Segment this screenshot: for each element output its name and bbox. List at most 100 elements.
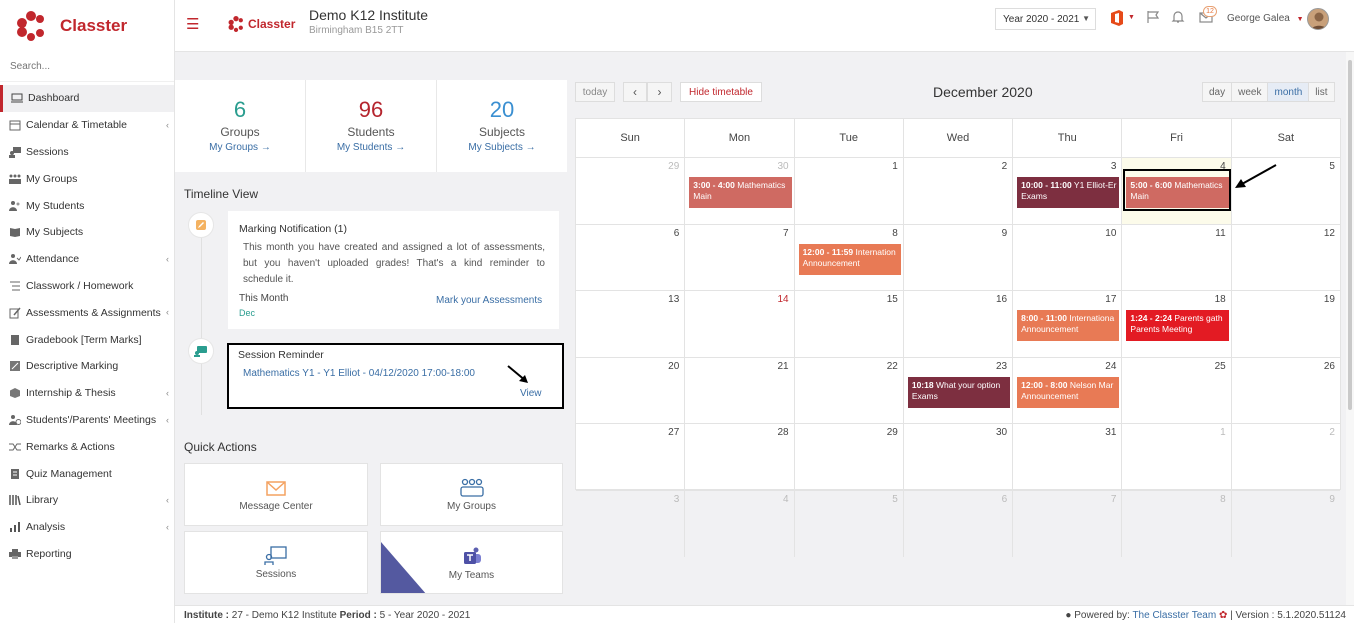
- calendar-day[interactable]: 2: [1232, 424, 1340, 490]
- calendar-day[interactable]: 31: [1013, 424, 1123, 490]
- calendar-day[interactable]: 28: [685, 424, 795, 490]
- my-groups-action[interactable]: My Groups: [380, 463, 563, 526]
- sidebar-item-quiz-management[interactable]: Quiz Management: [0, 460, 174, 487]
- sidebar-item-analysis[interactable]: Analysis ‹: [0, 514, 174, 541]
- hamburger-menu-icon[interactable]: ☰: [186, 15, 199, 33]
- sidebar-item-assessments-assignments[interactable]: Assessments & Assignments ‹: [0, 299, 174, 326]
- calendar-day[interactable]: 13: [576, 291, 686, 357]
- sidebar-item-internship-thesis[interactable]: Internship & Thesis ‹: [0, 380, 174, 407]
- sidebar-item-library[interactable]: Library ‹: [0, 487, 174, 514]
- sidebar-item-classwork-homework[interactable]: Classwork / Homework: [0, 273, 174, 300]
- caret-down-icon: ▼: [1082, 14, 1090, 23]
- calendar-day[interactable]: 9: [1232, 491, 1340, 558]
- calendar-day[interactable]: 4: [685, 490, 795, 557]
- calendar-day[interactable]: 1: [1122, 424, 1232, 490]
- calendar-day[interactable]: 21: [685, 357, 795, 423]
- calendar-day[interactable]: 15: [795, 291, 904, 357]
- sidebar-item-reporting[interactable]: Reporting: [0, 541, 174, 568]
- sidebar-item-my-subjects[interactable]: My Subjects: [0, 219, 174, 246]
- year-selector[interactable]: Year 2020 - 2021 ▼: [995, 8, 1096, 30]
- my-groups-link[interactable]: My Groups →: [175, 142, 305, 153]
- calendar-day[interactable]: 6: [576, 224, 686, 290]
- sidebar-logo[interactable]: Classter: [0, 0, 174, 52]
- calendar-day[interactable]: 16: [904, 291, 1014, 357]
- calendar-day[interactable]: 18 1:24 - 2:24 Parents gath Parents Meetin…: [1122, 291, 1232, 357]
- calendar-event[interactable]: 8:00 - 11:00 Internationa Announcement: [1017, 310, 1120, 341]
- calendar-day[interactable]: 11: [1122, 224, 1232, 290]
- calendar-day[interactable]: 30: [904, 424, 1014, 490]
- mark-assessments-link[interactable]: Mark your Assessments: [436, 295, 542, 306]
- calendar-day[interactable]: 1: [795, 158, 904, 224]
- view-day-button[interactable]: day: [1203, 83, 1233, 101]
- sidebar-search[interactable]: [0, 52, 174, 82]
- user-avatar[interactable]: [1307, 8, 1329, 30]
- sidebar-item-remarks-actions[interactable]: Remarks & Actions: [0, 433, 174, 460]
- calendar-day[interactable]: 7: [685, 224, 795, 290]
- my-subjects-link[interactable]: My Subjects →: [437, 142, 567, 153]
- sessions-action[interactable]: Sessions: [184, 531, 368, 594]
- user-name[interactable]: George Galea ▼: [1227, 13, 1304, 24]
- calendar-day[interactable]: 6: [904, 490, 1014, 557]
- sidebar-item-descriptive-marking[interactable]: Descriptive Marking: [0, 353, 174, 380]
- day-number: 15: [886, 294, 898, 305]
- calendar-day[interactable]: 5: [795, 490, 904, 557]
- hide-timetable-button[interactable]: Hide timetable: [680, 82, 762, 102]
- calendar-day[interactable]: 10: [1013, 224, 1123, 290]
- today-button[interactable]: today: [575, 82, 615, 102]
- calendar-day[interactable]: 30 3:00 - 4:00 Mathematics Main: [685, 158, 795, 224]
- next-month-button[interactable]: ›: [647, 82, 672, 102]
- teams-icon: [463, 547, 481, 564]
- sidebar-item-dashboard[interactable]: Dashboard: [0, 85, 174, 112]
- calendar-event[interactable]: 10:00 - 11:00 Y1 Elliot-Er Exams: [1017, 177, 1120, 208]
- view-list-button[interactable]: list: [1309, 83, 1334, 101]
- calendar-event[interactable]: 12:00 - 11:59 Internation Announcement: [798, 243, 901, 275]
- message-center-action[interactable]: Message Center: [184, 463, 368, 526]
- my-students-link[interactable]: My Students →: [306, 142, 436, 153]
- calendar-day[interactable]: 25: [1122, 357, 1232, 423]
- calendar-day[interactable]: 26: [1232, 358, 1340, 424]
- calendar-day[interactable]: 29: [795, 424, 904, 490]
- classter-team-link[interactable]: The Classter Team: [1132, 610, 1216, 621]
- calendar-day[interactable]: 3: [576, 490, 686, 557]
- office-icon[interactable]: [1110, 10, 1126, 26]
- sidebar-item-sessions[interactable]: Sessions: [0, 139, 174, 166]
- calendar-day[interactable]: 19: [1232, 291, 1340, 357]
- calendar-day[interactable]: 9: [904, 224, 1014, 290]
- calendar-event[interactable]: 12:00 - 8:00 Nelson Mar Announcement: [1017, 376, 1120, 408]
- view-week-button[interactable]: week: [1232, 83, 1269, 101]
- office-caret-icon[interactable]: ▼: [1128, 14, 1135, 21]
- scrollbar-thumb[interactable]: [1348, 60, 1352, 410]
- sidebar-item-my-groups[interactable]: My Groups: [0, 165, 174, 192]
- prev-month-button[interactable]: ‹: [623, 82, 647, 102]
- calendar-day[interactable]: 2: [904, 158, 1014, 224]
- copyright-icon: ●: [1065, 610, 1072, 621]
- calendar-day[interactable]: 20: [576, 357, 686, 423]
- calendar-event[interactable]: 10:18 What your option Exams: [907, 376, 1011, 408]
- calendar-day[interactable]: 29: [576, 158, 686, 224]
- sidebar-search-input[interactable]: [10, 61, 160, 72]
- header-logo[interactable]: Classter: [228, 16, 295, 32]
- my-teams-action[interactable]: My Teams: [380, 531, 563, 594]
- sidebar-item-calendar-timetable[interactable]: Calendar & Timetable ‹: [0, 112, 174, 139]
- calendar-day[interactable]: 14: [685, 291, 795, 357]
- calendar-day[interactable]: 27: [576, 424, 686, 490]
- view-month-button[interactable]: month: [1268, 83, 1310, 101]
- calendar-day[interactable]: 22: [795, 357, 904, 423]
- sidebar-item-gradebook-term-marks[interactable]: Gradebook [Term Marks]: [0, 326, 174, 353]
- day-number: 1: [1220, 427, 1226, 438]
- calendar-event[interactable]: 3:00 - 4:00 Mathematics Main: [689, 177, 792, 208]
- calendar-day[interactable]: 8: [1122, 490, 1232, 557]
- flag-icon[interactable]: [1146, 10, 1162, 26]
- sidebar-item-students-parents-meetings[interactable]: Students'/Parents' Meetings ‹: [0, 407, 174, 434]
- bell-icon[interactable]: [1171, 10, 1187, 26]
- calendar-day[interactable]: 24 12:00 - 8:00 Nelson Mar Announcement: [1013, 357, 1123, 423]
- calendar-day[interactable]: 12: [1232, 225, 1340, 291]
- calendar-day[interactable]: 17 8:00 - 11:00 Internationa Announcement: [1013, 291, 1123, 357]
- calendar-day[interactable]: 7: [1013, 490, 1123, 557]
- sidebar-item-attendance[interactable]: Attendance ‹: [0, 246, 174, 273]
- calendar-day[interactable]: 3 10:00 - 11:00 Y1 Elliot-Er Exams: [1013, 158, 1123, 224]
- sidebar-item-my-students[interactable]: My Students: [0, 192, 174, 219]
- calendar-day[interactable]: 23 10:18 What your option Exams: [904, 357, 1014, 423]
- calendar-event[interactable]: 1:24 - 2:24 Parents gath Parents Meeting: [1126, 310, 1229, 341]
- calendar-day[interactable]: 8 12:00 - 11:59 Internation Announcement: [795, 224, 904, 290]
